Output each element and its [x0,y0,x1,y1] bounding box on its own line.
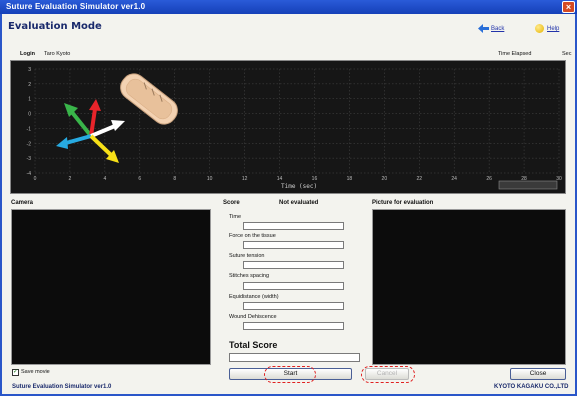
spacing-score-field [243,282,344,290]
dehiscence-score-field [243,322,344,330]
xyz-axes-icon [56,99,125,163]
graph-x-tick: 20 [382,176,388,182]
score-label: Score [223,200,240,206]
graph-x-tick: 24 [451,176,457,182]
save-movie-checkbox[interactable]: ✓ [12,369,19,376]
graph-y-tick: 0 [28,112,31,118]
close-button[interactable]: Close [510,368,566,380]
graph-y-tick: -2 [27,141,32,147]
total-score-label: Total Score [229,340,278,350]
cancel-highlight [361,366,415,383]
graph-y-tick: 1 [28,97,31,103]
field-label-time: Time [229,214,242,220]
footer-company: KYOTO KAGAKU CO.,LTD [494,384,569,390]
camera-label: Camera [11,200,34,206]
picture-label: Picture for evaluation [372,200,434,206]
time-score-field [243,222,344,230]
field-label-dehiscence: Wound Dehiscence [229,314,277,320]
page-title: Evaluation Mode [8,21,102,32]
graph-x-tick: 18 [347,176,353,182]
footer-app-name: Suture Evaluation Simulator ver1.0 [12,384,112,390]
graph-y-ticks: 3 2 1 0 -1 -2 -3 -4 [27,67,32,177]
graph-y-tick: 2 [28,82,31,88]
graph-x-tick: 16 [312,176,318,182]
equidistance-score-field [243,302,344,310]
time-elapsed-label: Time Elapsed [498,51,532,57]
graph-x-label: Time (sec) [281,183,317,190]
score-status: Not evaluated [279,200,319,206]
help-icon[interactable] [535,24,544,33]
total-score-field [229,353,360,362]
time-unit-label: Sec [562,51,572,57]
back-arrow-icon[interactable] [478,24,489,33]
graph-x-tick: 0 [34,176,37,182]
picture-view [372,209,566,365]
close-window-icon[interactable]: × [562,1,575,13]
tension-score-field [243,261,344,269]
field-label-force: Force on the tissue [229,233,276,239]
graph-x-tick: 14 [277,176,283,182]
graph-y-tick: 3 [28,67,31,73]
login-label: Login [20,51,35,57]
graph-x-tick: 8 [173,176,176,182]
field-label-spacing: Stitches spacing [229,273,270,279]
graph-x-tick: 26 [486,176,492,182]
graph-canvas: 3210-1-2-3-4 0 2 4 6 8 10 12 14 16 18 20 22 24 26 28 30… [27,67,562,190]
help-link[interactable]: Help [547,26,559,32]
field-label-tension: Suture tension [229,253,265,259]
graph-x-ticks: 0 2 4 6 8 10 12 14 16 18 20 22 24 26 28 30 [34,176,562,182]
force-graph: 3 2 1 0 -1 -2 -3 -4 0 2 4 6 8 10 12 14 16 18 20 22 24 26 28 30… [10,60,566,194]
login-user: Taro Kyoto [44,51,71,57]
field-label-equidistance: Equidistance (width) [229,294,279,300]
force-score-field [243,241,344,249]
graph-y-tick: -3 [27,156,32,162]
graph-x-tick: 4 [103,176,106,182]
graph-x-tick: 10 [207,176,213,182]
graph-x-tick: 22 [416,176,422,182]
tissue-pad-icon [120,73,178,125]
graph-x-tick: 12 [242,176,248,182]
graph-x-tick: 6 [138,176,141,182]
graph-y-tick: -4 [27,171,32,177]
graph-x-tick: 2 [69,176,72,182]
window-title: Suture Evaluation Simulator ver1.0 [6,2,146,11]
graph-y-tick: -1 [27,126,32,132]
graph-range-box[interactable] [498,180,558,190]
camera-view [11,209,211,365]
start-highlight [264,366,316,383]
back-link[interactable]: Back [491,26,504,32]
save-movie-label: Save movie [21,369,50,375]
title-bar: Suture Evaluation Simulator ver1.0 × [0,0,577,14]
